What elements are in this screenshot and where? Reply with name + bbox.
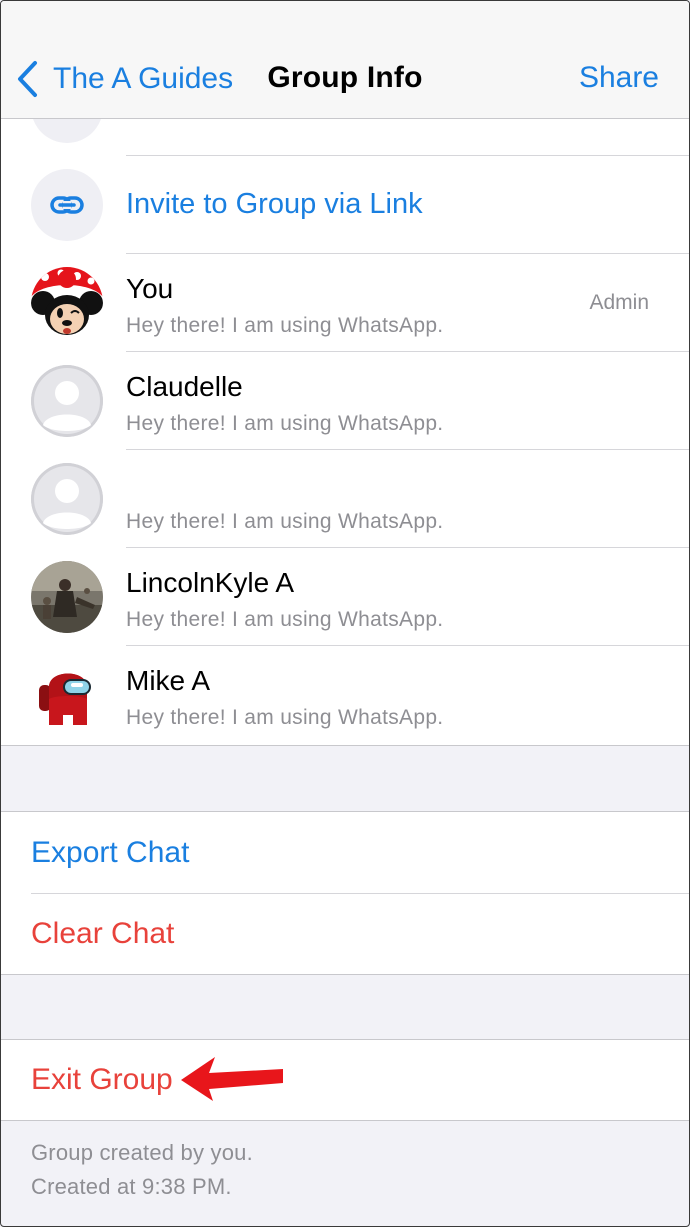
participant-row[interactable]: LincolnKyle A Hey there! I am using What… (1, 548, 689, 646)
partial-icon-circle (31, 119, 103, 143)
participant-name: LincolnKyle A (126, 567, 295, 598)
navigation-bar: The A Guides Group Info Share (1, 1, 689, 119)
participants-list: Invite to Group via Link You Hey there! … (1, 119, 689, 746)
invite-link-label: Invite to Group via Link (126, 188, 423, 220)
participant-status: Hey there! I am using WhatsApp. (126, 510, 444, 533)
divider (31, 893, 689, 894)
participant-row[interactable]: You Hey there! I am using WhatsApp. Admi… (1, 254, 689, 352)
chat-actions-section: Export Chat Clear Chat (1, 811, 689, 975)
participant-row[interactable]: Hey there! I am using WhatsApp. (1, 450, 689, 548)
export-chat-button[interactable]: Export Chat (31, 836, 189, 870)
participant-row[interactable]: Claudelle Hey there! I am using WhatsApp… (1, 352, 689, 450)
participant-name: Claudelle (126, 371, 243, 402)
minnie-mouse-avatar (31, 267, 103, 339)
among-us-avatar (31, 659, 103, 731)
participant-status: Hey there! I am using WhatsApp. (126, 314, 444, 337)
participant-name: You (126, 273, 174, 304)
participant-name: Mike A (126, 665, 211, 696)
default-person-avatar (31, 463, 103, 535)
exit-group-section: Exit Group (1, 1039, 689, 1121)
created-at-text: Created at 9:38 PM. (31, 1174, 232, 1199)
annotation-arrow-icon (181, 1057, 283, 1101)
photo-avatar (31, 561, 103, 633)
default-person-avatar (31, 365, 103, 437)
participant-row[interactable]: Mike A Hey there! I am using WhatsApp. (1, 646, 689, 744)
screen: The A Guides Group Info Share Invite to … (0, 0, 690, 1227)
link-icon (31, 169, 103, 241)
participant-status: Hey there! I am using WhatsApp. (126, 608, 444, 631)
admin-badge: Admin (589, 291, 649, 314)
exit-group-button[interactable]: Exit Group (31, 1063, 173, 1097)
participant-status: Hey there! I am using WhatsApp. (126, 706, 444, 729)
participant-status: Hey there! I am using WhatsApp. (126, 412, 444, 435)
group-info-footer: Group created by you. Created at 9:38 PM… (31, 1136, 253, 1204)
created-by-text: Group created by you. (31, 1140, 253, 1165)
clear-chat-button[interactable]: Clear Chat (31, 917, 174, 951)
page-title-text: Group Info (267, 61, 423, 94)
list-item-partial (1, 119, 689, 156)
share-button[interactable]: Share (579, 61, 659, 95)
invite-link-row[interactable]: Invite to Group via Link (1, 156, 689, 254)
